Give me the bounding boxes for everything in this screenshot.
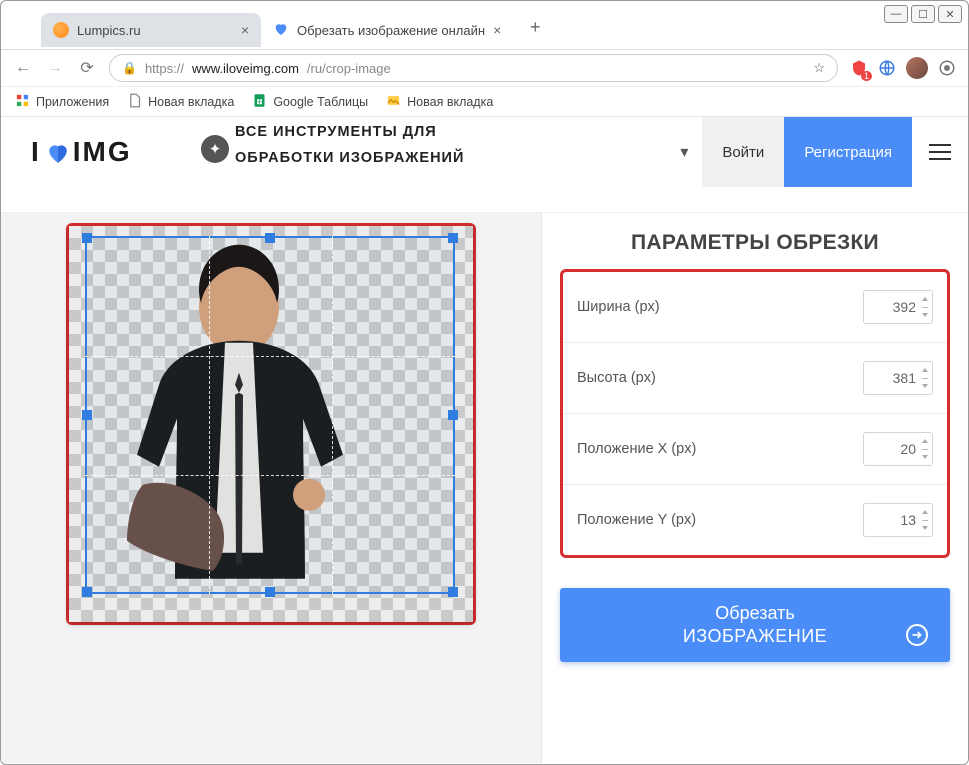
caret-down-icon[interactable]: ▾: [666, 117, 702, 187]
register-button[interactable]: Регистрация: [784, 117, 912, 187]
bookmark-new-tab-1[interactable]: Новая вкладка: [127, 93, 234, 111]
all-tools-label: ВСЕ ИНСТРУМЕНТЫ ДЛЯ ОБРАБОТКИ ИЗОБРАЖЕНИ…: [235, 119, 515, 171]
arrow-right-icon: ➜: [906, 624, 928, 646]
bookmark-new-tab-2[interactable]: Новая вкладка: [386, 93, 493, 111]
back-button[interactable]: ←: [13, 59, 33, 77]
url-path: /ru/crop-image: [307, 61, 391, 76]
close-icon[interactable]: ×: [493, 22, 501, 38]
crop-btn-line2: ИЗОБРАЖЕНИЕ: [683, 626, 827, 647]
panel-title: ПАРАМЕТРЫ ОБРЕЗКИ: [542, 213, 968, 269]
crop-handle-b[interactable]: [265, 587, 275, 597]
page-icon: [127, 93, 142, 111]
gear-icon[interactable]: ✦: [201, 135, 229, 163]
lock-icon: 🔒: [122, 61, 137, 75]
logo-suffix: IMG: [73, 136, 132, 168]
reload-button[interactable]: ⟳: [77, 58, 97, 78]
crop-handle-br[interactable]: [448, 587, 458, 597]
location-icon[interactable]: [938, 59, 956, 77]
width-input[interactable]: 392: [863, 290, 933, 324]
param-label: Положение Y (px): [577, 512, 696, 528]
profile-avatar[interactable]: [906, 57, 928, 79]
bookmark-label: Приложения: [36, 95, 109, 109]
input-value: 392: [893, 299, 916, 315]
tab-iloveimg[interactable]: Обрезать изображение онлайн ×: [261, 13, 513, 47]
bookmark-sheets[interactable]: Google Таблицы: [252, 93, 368, 111]
extension-badge: 1: [861, 71, 872, 81]
param-label: Положение X (px): [577, 441, 696, 457]
posy-input[interactable]: 13: [863, 503, 933, 537]
crop-btn-line1: Обрезать: [715, 603, 794, 624]
param-row-height: Высота (px) 381: [563, 343, 947, 414]
input-value: 381: [893, 370, 916, 386]
spin-up-icon[interactable]: [922, 510, 928, 514]
menu-button[interactable]: [912, 117, 968, 187]
crop-handle-bl[interactable]: [82, 587, 92, 597]
heart-icon: [44, 140, 70, 164]
spin-down-icon[interactable]: [922, 455, 928, 459]
spin-up-icon[interactable]: [922, 439, 928, 443]
bookmark-label: Google Таблицы: [273, 95, 368, 109]
spin-up-icon[interactable]: [922, 297, 928, 301]
address-bar[interactable]: 🔒 https:// www.iloveimg.com/ru/crop-image…: [109, 54, 838, 82]
crop-area-highlight: [66, 223, 476, 625]
close-icon[interactable]: ×: [241, 22, 249, 38]
window-close[interactable]: ✕: [938, 5, 962, 23]
forward-button[interactable]: →: [45, 59, 65, 77]
star-icon[interactable]: ☆: [813, 60, 825, 76]
favicon-iloveimg: [273, 21, 289, 40]
spin-down-icon[interactable]: [922, 313, 928, 317]
input-value: 20: [900, 441, 916, 457]
param-label: Высота (px): [577, 370, 656, 386]
logo[interactable]: I IMG: [1, 117, 201, 187]
crop-selection[interactable]: [85, 236, 455, 594]
extension-adblock-icon[interactable]: 1: [850, 59, 868, 77]
login-button[interactable]: Войти: [702, 117, 784, 187]
picture-icon: [386, 93, 401, 111]
param-row-width: Ширина (px) 392: [563, 272, 947, 343]
url-host: www.iloveimg.com: [192, 61, 299, 76]
crop-params-panel: Ширина (px) 392 Высота (px) 381 Положени…: [560, 269, 950, 558]
crop-image-button[interactable]: Обрезать ИЗОБРАЖЕНИЕ ➜: [560, 588, 950, 662]
height-input[interactable]: 381: [863, 361, 933, 395]
param-row-posy: Положение Y (px) 13: [563, 485, 947, 555]
sheets-icon: [252, 93, 267, 111]
tab-lumpics[interactable]: Lumpics.ru ×: [41, 13, 261, 47]
apps-icon: [15, 93, 30, 111]
extension-globe-icon[interactable]: [878, 59, 896, 77]
window-maximize[interactable]: ☐: [911, 5, 935, 23]
param-row-posx: Положение X (px) 20: [563, 414, 947, 485]
input-value: 13: [900, 512, 916, 528]
tab-label: Lumpics.ru: [77, 23, 141, 38]
posx-input[interactable]: 20: [863, 432, 933, 466]
crop-handle-l[interactable]: [82, 410, 92, 420]
bookmark-label: Новая вкладка: [407, 95, 493, 109]
tab-label: Обрезать изображение онлайн: [297, 23, 485, 38]
param-label: Ширина (px): [577, 299, 660, 315]
crop-handle-t[interactable]: [265, 233, 275, 243]
spin-down-icon[interactable]: [922, 526, 928, 530]
window-minimize[interactable]: —: [884, 5, 908, 23]
crop-handle-tr[interactable]: [448, 233, 458, 243]
logo-prefix: I: [31, 136, 41, 168]
spin-up-icon[interactable]: [922, 368, 928, 372]
image-canvas[interactable]: [69, 226, 473, 622]
bookmark-apps[interactable]: Приложения: [15, 93, 109, 111]
favicon-lumpics: [53, 22, 69, 38]
new-tab-button[interactable]: +: [521, 13, 549, 41]
url-proto: https://: [145, 61, 184, 76]
bookmark-label: Новая вкладка: [148, 95, 234, 109]
crop-handle-tl[interactable]: [82, 233, 92, 243]
crop-handle-r[interactable]: [448, 410, 458, 420]
spin-down-icon[interactable]: [922, 384, 928, 388]
hamburger-icon: [929, 151, 951, 154]
